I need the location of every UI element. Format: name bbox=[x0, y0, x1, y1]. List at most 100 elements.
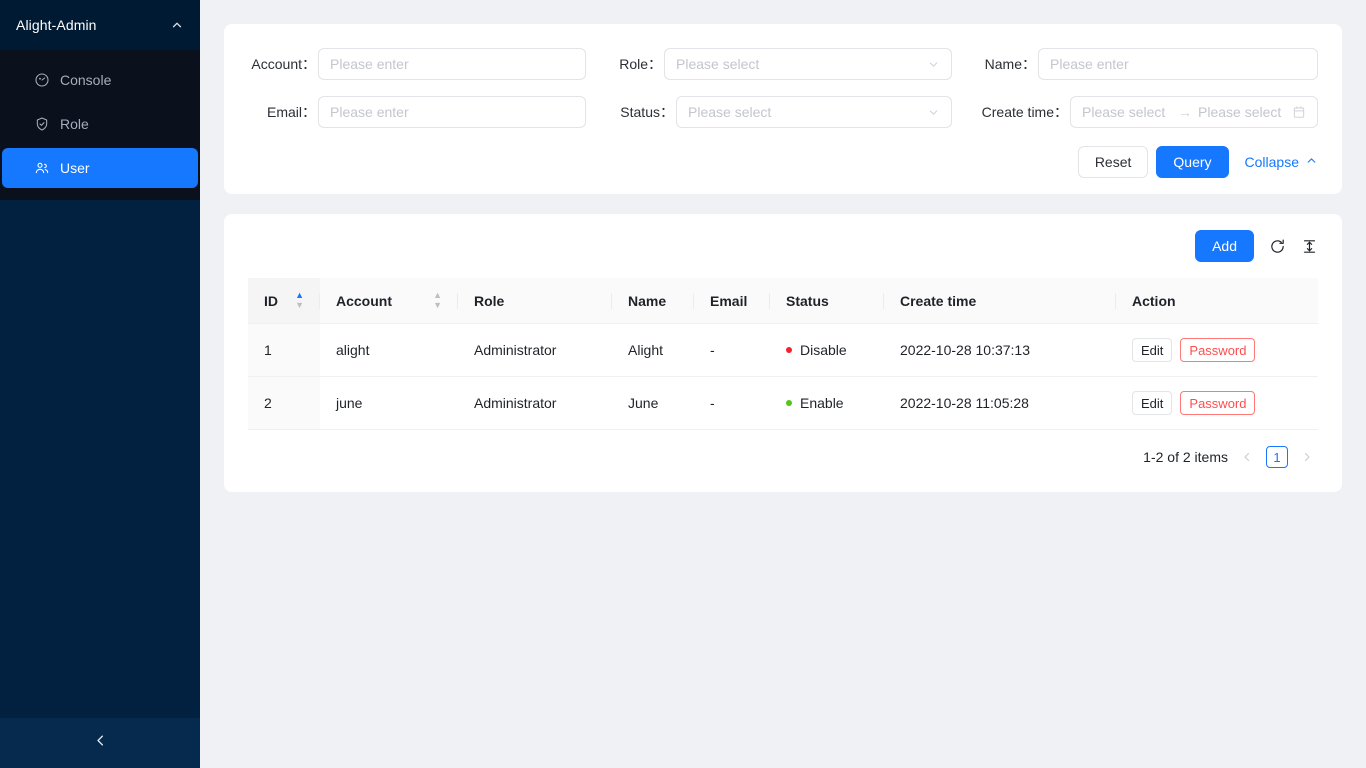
name-input[interactable]: Please enter bbox=[1038, 48, 1318, 80]
cell-account: june bbox=[320, 376, 458, 430]
sidebar-item-label: Console bbox=[60, 72, 112, 88]
cell-action: Edit Password bbox=[1116, 376, 1318, 430]
create-time-start-placeholder: Please select bbox=[1082, 104, 1166, 120]
name-input-placeholder: Please enter bbox=[1050, 56, 1129, 72]
team-icon bbox=[34, 160, 50, 176]
sort-toggle-account[interactable]: ▲ ▼ bbox=[433, 291, 442, 310]
column-header-action: Action bbox=[1116, 278, 1318, 324]
sidebar-header[interactable]: Alight-Admin bbox=[0, 0, 200, 50]
sidebar-spacer bbox=[0, 200, 200, 718]
table-row: 2 june Administrator June - Enable 2022-… bbox=[248, 376, 1318, 430]
cell-name: June bbox=[612, 376, 694, 430]
status-dot bbox=[786, 347, 792, 353]
main-content: Account： Please enter Role： Please selec… bbox=[200, 0, 1366, 768]
pagination-prev-button[interactable] bbox=[1236, 446, 1258, 468]
pagination-page-1[interactable]: 1 bbox=[1266, 446, 1288, 468]
sidebar-item-label: Role bbox=[60, 116, 89, 132]
column-header-create-time: Create time bbox=[884, 278, 1116, 324]
filter-row-1: Account： Please enter Role： Please selec… bbox=[248, 48, 1318, 80]
filter-role: Role： Please select bbox=[614, 48, 952, 80]
column-label-role: Role bbox=[474, 292, 505, 309]
filter-role-label: Role： bbox=[619, 56, 662, 72]
column-height-icon[interactable] bbox=[1300, 237, 1318, 255]
column-header-account[interactable]: Account ▲ ▼ bbox=[320, 278, 458, 324]
search-filter-card: Account： Please enter Role： Please selec… bbox=[224, 24, 1342, 194]
column-label-id: ID bbox=[264, 292, 278, 309]
filter-account-label: Account： bbox=[251, 56, 316, 72]
password-button[interactable]: Password bbox=[1180, 391, 1256, 415]
pagination: 1-2 of 2 items 1 bbox=[248, 430, 1318, 468]
filter-gap bbox=[952, 96, 980, 128]
calendar-icon bbox=[1288, 105, 1306, 119]
sort-asc-icon: ▲ bbox=[295, 290, 304, 300]
user-table: ID ▲ ▼ Account ▲ ▼ Role Name Email Statu… bbox=[248, 278, 1318, 430]
cell-role: Administrator bbox=[458, 323, 612, 377]
email-input-placeholder: Please enter bbox=[330, 104, 409, 120]
sort-toggle-id[interactable]: ▲ ▼ bbox=[295, 291, 304, 310]
role-select[interactable]: Please select bbox=[664, 48, 952, 80]
status-badge: Disable bbox=[800, 342, 847, 358]
filter-create-time-label: Create time： bbox=[981, 104, 1068, 120]
account-input[interactable]: Please enter bbox=[318, 48, 586, 80]
edit-button[interactable]: Edit bbox=[1132, 391, 1173, 415]
create-time-range-picker[interactable]: Please select → Please select bbox=[1070, 96, 1318, 128]
cell-name: Alight bbox=[612, 323, 694, 377]
filter-email-label: Email： bbox=[266, 104, 316, 120]
filter-status: Status： Please select bbox=[614, 96, 952, 128]
filter-row-2: Email： Please enter Status： Please selec… bbox=[248, 96, 1318, 128]
status-select[interactable]: Please select bbox=[676, 96, 952, 128]
shield-check-icon bbox=[34, 116, 50, 132]
filter-status-label: Status： bbox=[620, 104, 674, 120]
chevron-down-icon bbox=[927, 106, 940, 119]
table-head: ID ▲ ▼ Account ▲ ▼ Role Name Email Statu… bbox=[248, 278, 1318, 324]
app-title: Alight-Admin bbox=[16, 17, 97, 33]
dashboard-icon bbox=[34, 72, 50, 88]
pagination-summary: 1-2 of 2 items bbox=[1143, 449, 1228, 465]
email-input[interactable]: Please enter bbox=[318, 96, 586, 128]
column-header-id[interactable]: ID ▲ ▼ bbox=[248, 278, 320, 324]
query-button[interactable]: Query bbox=[1156, 146, 1229, 178]
collapse-toggle[interactable]: Collapse bbox=[1245, 154, 1318, 170]
table-header-row: ID ▲ ▼ Account ▲ ▼ Role Name Email Statu… bbox=[248, 278, 1318, 324]
table-toolbar: Add bbox=[248, 230, 1318, 278]
edit-button[interactable]: Edit bbox=[1132, 338, 1173, 362]
password-button[interactable]: Password bbox=[1180, 338, 1256, 362]
column-header-status: Status bbox=[770, 278, 884, 324]
table-body: 1 alight Administrator Alight - Disable … bbox=[248, 323, 1318, 430]
filter-name: Name： Please enter bbox=[980, 48, 1318, 80]
cell-role: Administrator bbox=[458, 376, 612, 430]
role-select-placeholder: Please select bbox=[676, 56, 760, 72]
cell-id: 1 bbox=[248, 323, 320, 377]
column-label-status: Status bbox=[786, 292, 829, 309]
sidebar-item-console[interactable]: Console bbox=[2, 60, 198, 100]
caret-up-icon[interactable] bbox=[170, 18, 184, 32]
chevron-up-icon bbox=[1305, 154, 1318, 170]
cell-create-time: 2022-10-28 11:05:28 bbox=[884, 376, 1116, 430]
sort-desc-icon: ▼ bbox=[295, 300, 304, 310]
status-dot bbox=[786, 400, 792, 406]
column-header-email: Email bbox=[694, 278, 770, 324]
cell-email: - bbox=[694, 376, 770, 430]
column-label-create-time: Create time bbox=[900, 292, 977, 309]
add-button[interactable]: Add bbox=[1195, 230, 1254, 262]
filter-actions: Reset Query Collapse bbox=[248, 146, 1318, 178]
filter-create-time: Create time： Please select → Please sele… bbox=[980, 96, 1318, 128]
cell-action: Edit Password bbox=[1116, 323, 1318, 377]
sidebar-item-role[interactable]: Role bbox=[2, 104, 198, 144]
reload-icon[interactable] bbox=[1268, 237, 1286, 255]
filter-name-label: Name： bbox=[984, 56, 1036, 72]
column-label-action: Action bbox=[1132, 292, 1176, 309]
account-input-placeholder: Please enter bbox=[330, 56, 409, 72]
filter-gap bbox=[952, 48, 980, 80]
app-root: Alight-Admin Console Role User Account： … bbox=[0, 0, 1366, 768]
filter-account: Account： Please enter bbox=[248, 48, 586, 80]
collapse-label: Collapse bbox=[1244, 154, 1299, 170]
sidebar-item-user[interactable]: User bbox=[2, 148, 198, 188]
sidebar-collapse-button[interactable] bbox=[0, 718, 200, 768]
reset-button[interactable]: Reset bbox=[1077, 146, 1149, 178]
cell-status: Disable bbox=[770, 323, 884, 377]
sidebar-item-label: User bbox=[60, 160, 90, 176]
table-row: 1 alight Administrator Alight - Disable … bbox=[248, 323, 1318, 377]
pagination-next-button[interactable] bbox=[1296, 446, 1318, 468]
chevron-left-icon bbox=[93, 733, 108, 753]
